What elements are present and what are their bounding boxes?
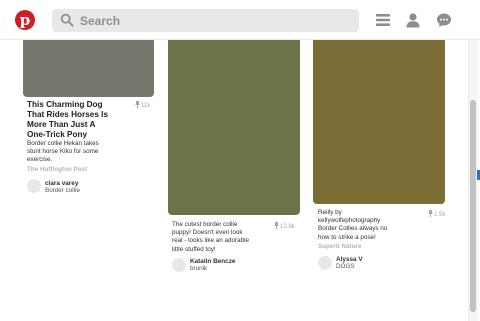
pinterest-logo[interactable]: p	[15, 10, 35, 30]
pin-description: Reilly by kellywolfephotography Border C…	[318, 209, 418, 242]
pin-description-line: Border Collies always no	[318, 225, 388, 233]
pin-description-line: Reilly by	[318, 209, 342, 216]
search-input[interactable]	[80, 9, 350, 32]
search-bar[interactable]	[52, 9, 359, 32]
pin-title-line: More Than Just A	[27, 120, 96, 129]
board-name[interactable]: brunik	[190, 265, 207, 272]
pin-description-line: kellywolfephotography	[318, 217, 381, 225]
pin-icon	[135, 101, 140, 108]
pin-description: Border collie Hekan takes stunt horse Ki…	[27, 140, 137, 165]
pin-description-line: exercise.	[27, 156, 53, 164]
pin-description-line: puppy! Doesn't even look	[172, 229, 243, 237]
pin-description-line: Border collie Hekan takes	[27, 140, 99, 147]
pin-icon	[428, 210, 433, 217]
pin-description-line: stunt horse Kiko for some	[27, 148, 99, 156]
pin-description: The cutest border collie puppy! Doesn't …	[172, 221, 272, 254]
pin-description-line: The cutest border collie	[172, 221, 238, 228]
pinner-name[interactable]: Alyssa V	[336, 256, 363, 263]
repin-count: 13.8k	[274, 222, 295, 230]
repin-count-value: 1.5k	[434, 212, 446, 218]
repin-count: 11k	[135, 101, 150, 109]
pin-icon	[274, 222, 279, 229]
pin-image[interactable]	[313, 22, 445, 204]
menu-icon[interactable]	[375, 12, 391, 28]
pinner-name[interactable]: clara varey	[45, 180, 78, 187]
board-name[interactable]: Border collie	[45, 187, 80, 194]
search-icon	[60, 13, 74, 27]
pin-source[interactable]: Superb Nature	[318, 243, 361, 250]
board-name[interactable]: DOGS	[336, 263, 355, 270]
profile-icon[interactable]	[405, 12, 421, 28]
avatar[interactable]	[27, 179, 41, 193]
avatar[interactable]	[318, 256, 332, 270]
pin-title[interactable]: This Charming Dog That Rides Horses Is M…	[27, 100, 132, 140]
avatar[interactable]	[172, 258, 186, 272]
pin-description-line: real - looks like an adorable	[172, 237, 250, 245]
repin-count-value: 13.8k	[280, 224, 295, 230]
pin-image[interactable]	[168, 22, 300, 215]
pin-title-line: That Rides Horses Is	[27, 110, 108, 119]
pin-description-line: how to strike a pose!	[318, 233, 376, 241]
repin-count-value: 11k	[141, 103, 151, 109]
pin-source[interactable]: The Huffington Post	[27, 166, 87, 173]
pinner-name[interactable]: Katalin Bencze	[190, 258, 235, 265]
messages-icon[interactable]	[436, 12, 452, 28]
pin-title-line: This Charming Dog	[27, 100, 103, 109]
repin-count: 1.5k	[428, 210, 445, 218]
top-navigation-bar: p	[0, 0, 480, 40]
scrollbar-thumb[interactable]	[470, 100, 476, 312]
pin-description-line: little stuffed toy!	[172, 245, 216, 253]
pin-title-line: One-Trick Pony	[27, 130, 88, 139]
